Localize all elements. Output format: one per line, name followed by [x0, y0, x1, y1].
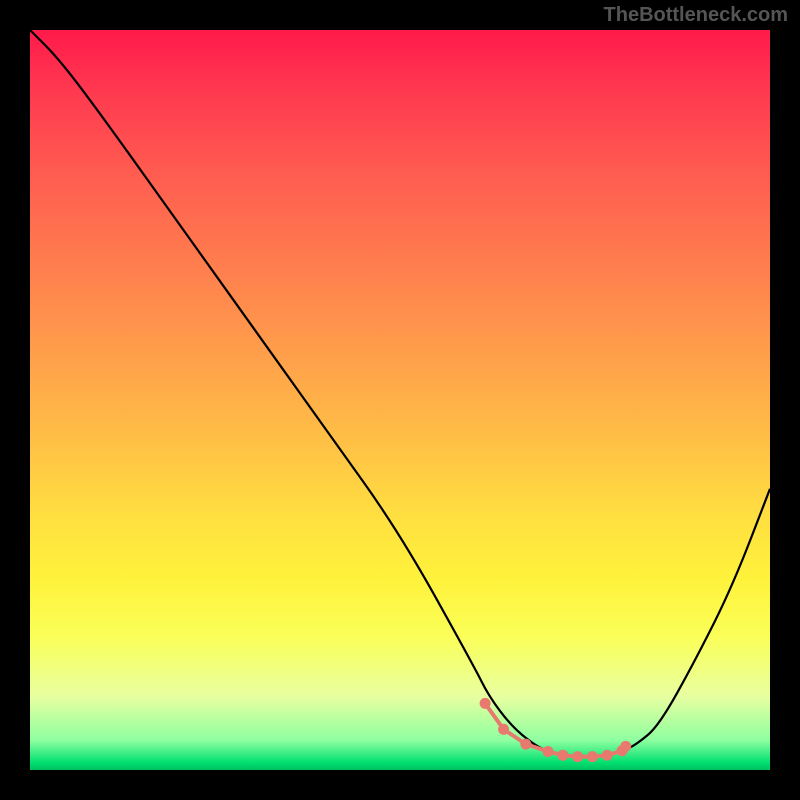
chart-plot-area: [30, 30, 770, 770]
bottleneck-curve-line: [30, 30, 770, 757]
highlight-marker: [572, 751, 583, 762]
highlight-marker: [520, 739, 531, 750]
highlight-marker: [602, 750, 613, 761]
watermark-text: TheBottleneck.com: [604, 4, 788, 27]
highlight-marker: [587, 751, 598, 762]
highlight-marker: [498, 724, 509, 735]
highlight-marker: [543, 746, 554, 757]
highlight-marker: [620, 741, 631, 752]
highlight-marker: [557, 750, 568, 761]
highlight-markers: [480, 698, 632, 762]
highlight-marker: [480, 698, 491, 709]
chart-svg: [30, 30, 770, 770]
